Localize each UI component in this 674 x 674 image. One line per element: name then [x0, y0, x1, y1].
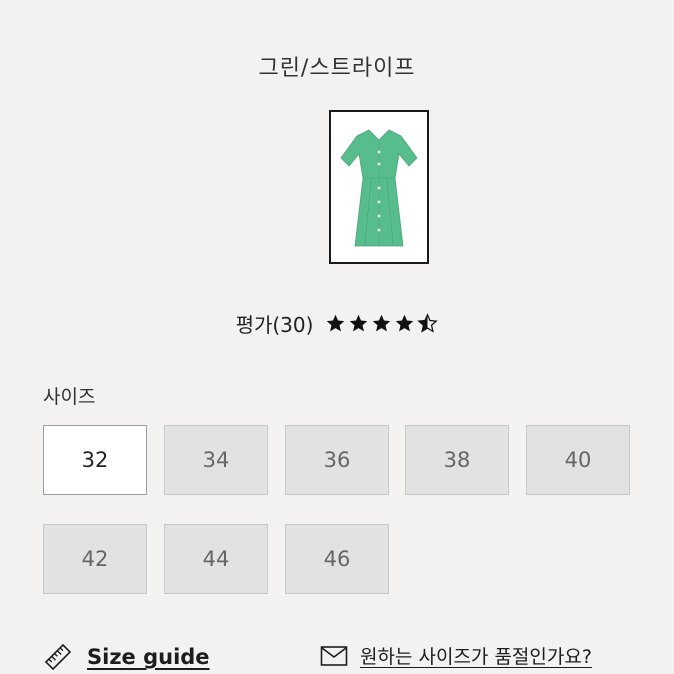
out-of-stock-link[interactable]: 원하는 사이즈가 품절인가요? [320, 642, 592, 669]
size-label: 36 [323, 448, 351, 472]
variant-color-name: 그린/스트라이프 [258, 56, 416, 81]
size-option-42[interactable]: 42 [43, 524, 147, 594]
rating-row[interactable]: 평가(30) [0, 309, 674, 338]
size-option-40[interactable]: 40 [526, 425, 630, 495]
size-option-36[interactable]: 36 [285, 425, 389, 495]
size-option-38[interactable]: 38 [405, 425, 509, 495]
size-label: 42 [81, 547, 109, 571]
size-label: 46 [323, 547, 351, 571]
size-label: 44 [202, 547, 230, 571]
size-guide-label: Size guide [87, 645, 210, 669]
star-full-icon [327, 314, 345, 332]
dress-image [333, 114, 425, 260]
star-full-icon [396, 314, 414, 332]
page-top-edge [0, 0, 674, 6]
size-label: 40 [564, 448, 592, 472]
envelope-icon [320, 645, 348, 666]
size-option-34[interactable]: 34 [164, 425, 268, 495]
out-of-stock-label: 원하는 사이즈가 품절인가요? [360, 646, 592, 668]
size-label: 38 [443, 448, 471, 472]
size-option-46[interactable]: 46 [285, 524, 389, 594]
size-option-32[interactable]: 32 [43, 425, 147, 495]
size-guide-link[interactable]: Size guide [43, 642, 210, 672]
star-full-icon [373, 314, 391, 332]
star-full-icon [350, 314, 368, 332]
size-label: 32 [81, 448, 109, 472]
color-swatch-thumbnail[interactable] [329, 110, 429, 264]
ruler-icon [44, 643, 72, 671]
size-heading: 사이즈 [43, 386, 96, 408]
star-half-icon [417, 313, 439, 333]
size-label: 34 [202, 448, 230, 472]
size-help-links: Size guide 원하는 사이즈가 품절인가요? [0, 642, 674, 674]
size-option-44[interactable]: 44 [164, 524, 268, 594]
rating-stars [325, 313, 439, 334]
rating-label: 평가(30) [235, 313, 314, 337]
